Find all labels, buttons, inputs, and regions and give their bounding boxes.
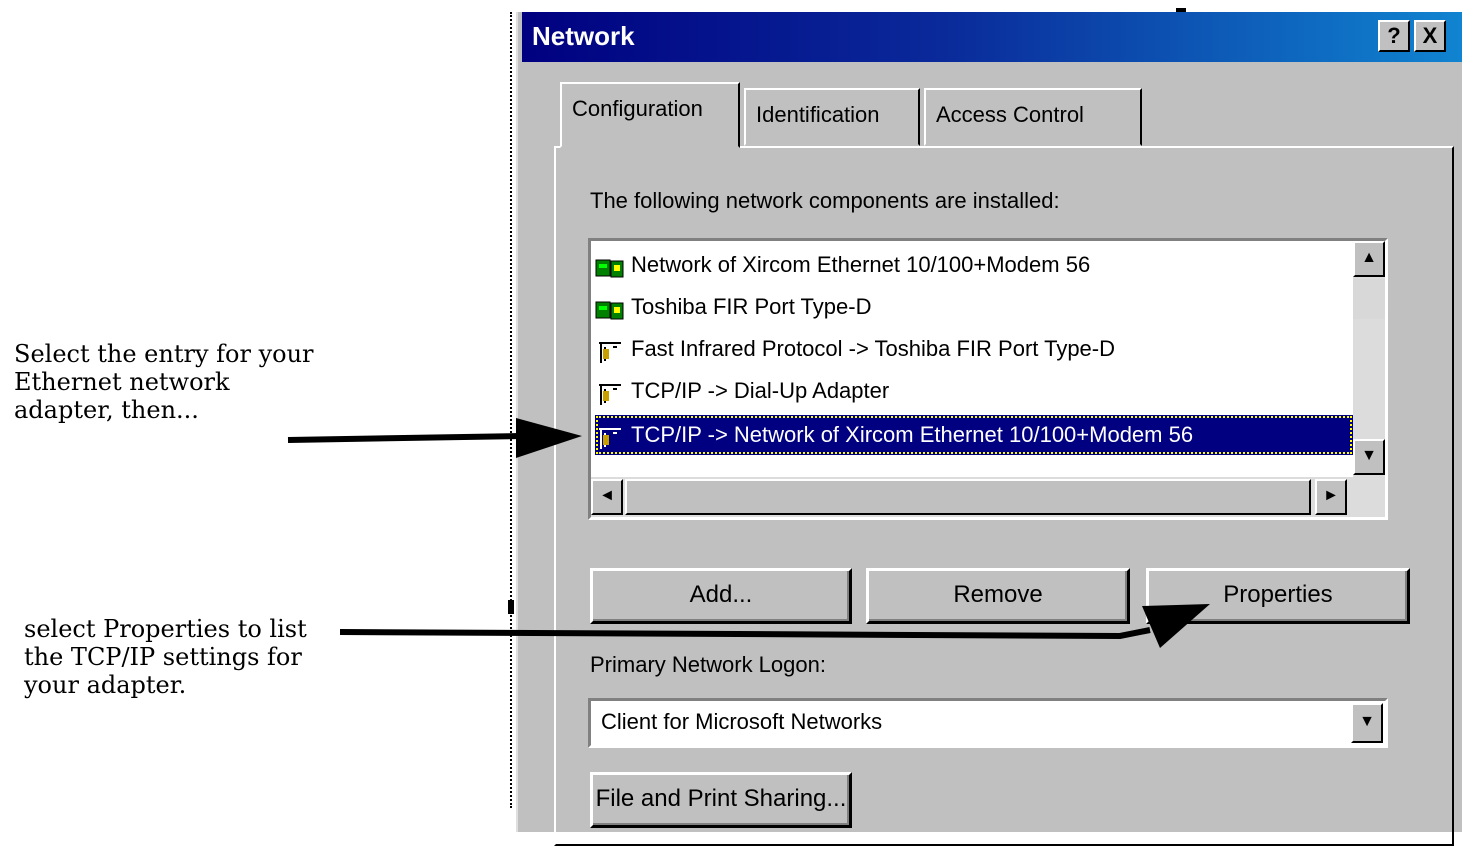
tab-configuration[interactable]: Configuration <box>560 82 740 148</box>
arrow-line-to-properties <box>339 627 1151 640</box>
arrow-head-properties <box>1142 604 1210 648</box>
arrow-head-entry <box>516 418 582 458</box>
arrow-line-to-entry <box>287 433 521 443</box>
